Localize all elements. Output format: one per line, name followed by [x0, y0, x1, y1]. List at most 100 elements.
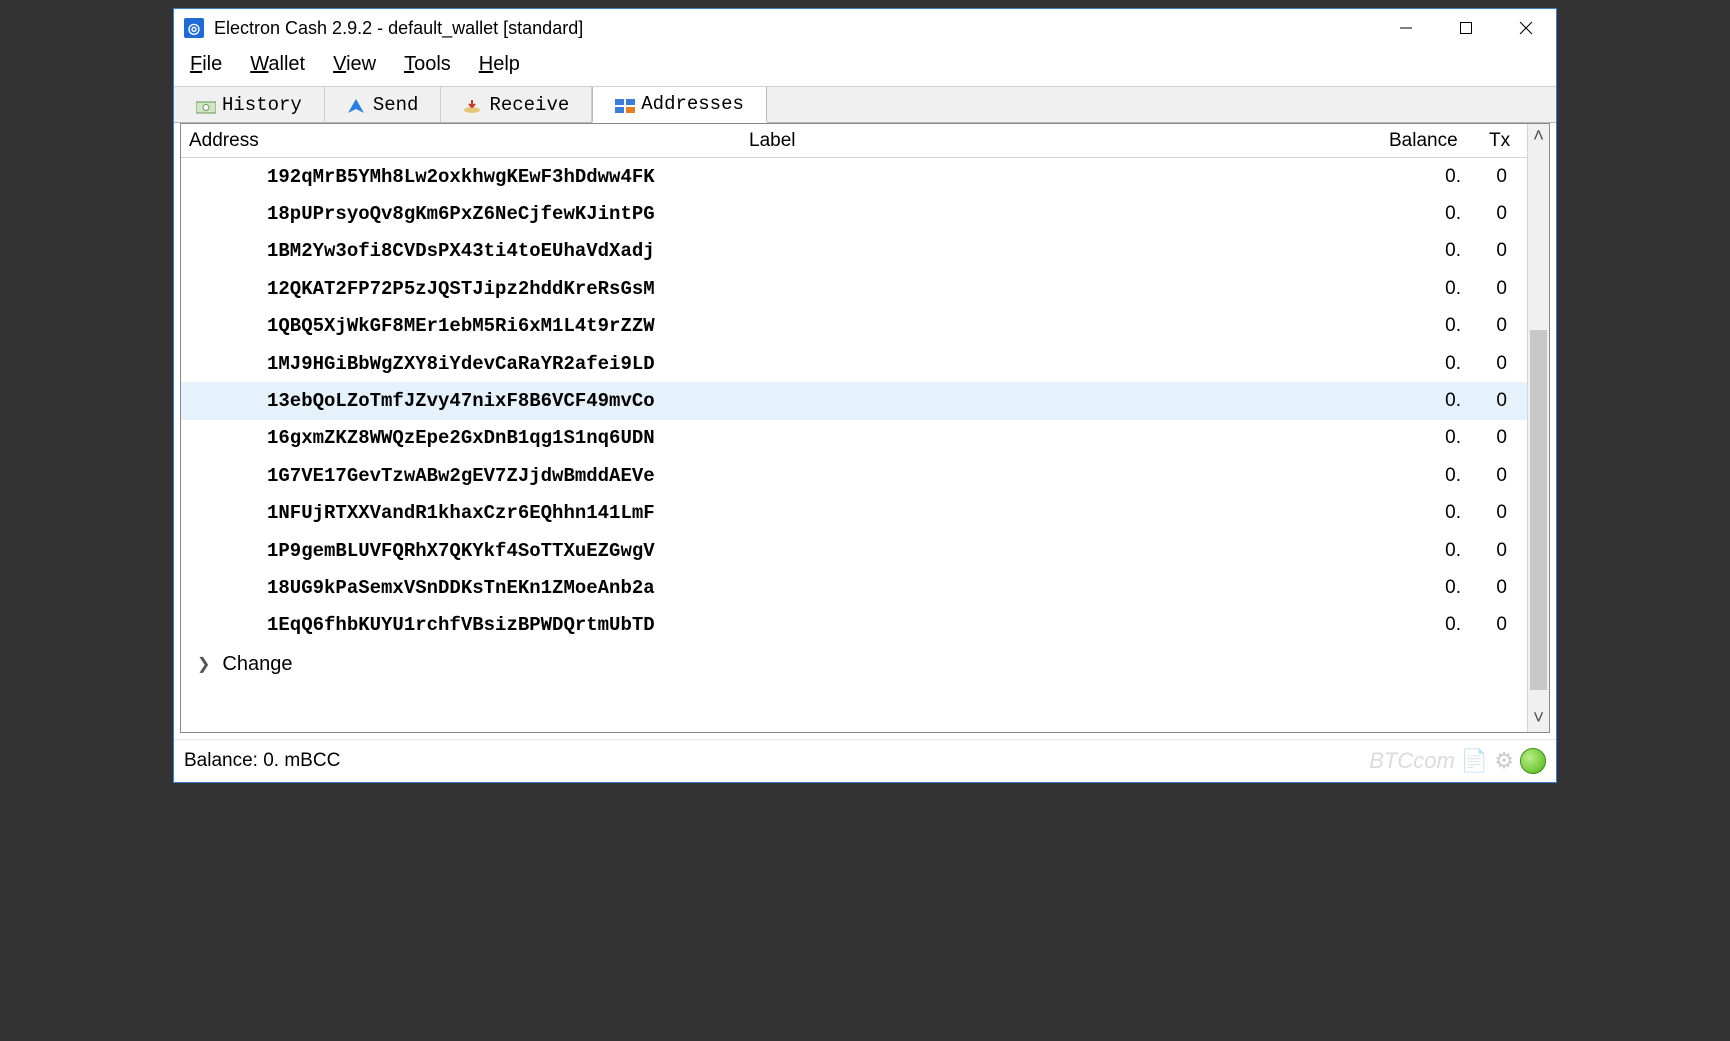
cell-tx: 0: [1481, 353, 1527, 375]
table-row[interactable]: 1G7VE17GevTzwABw2gEV7ZJjdwBmddAEVe 0.0: [181, 457, 1527, 494]
window-controls: [1376, 9, 1556, 47]
grid-rows: 192qMrB5YMh8Lw2oxkhwgKEwF3hDdww4FK0.018p…: [181, 158, 1527, 644]
cell-balance: 0.: [1381, 465, 1481, 487]
menu-bar: File Wallet View Tools Help: [174, 47, 1556, 86]
network-status-icon[interactable]: [1520, 748, 1546, 774]
table-row[interactable]: 192qMrB5YMh8Lw2oxkhwgKEwF3hDdww4FK 0.0: [181, 158, 1527, 195]
menu-file[interactable]: File: [190, 53, 222, 76]
scroll-thumb[interactable]: [1530, 330, 1547, 690]
cell-address: 192qMrB5YMh8Lw2oxkhwgKEwF3hDdww4FK: [181, 166, 741, 188]
tab-send-label: Send: [373, 94, 419, 116]
send-icon: [347, 98, 365, 112]
app-icon: ◎: [184, 18, 204, 38]
watermark-text: BTCcom: [1369, 748, 1455, 774]
receive-icon: [463, 98, 481, 112]
vertical-scrollbar[interactable]: ˄ ˅: [1527, 124, 1549, 732]
cell-tx: 0: [1481, 502, 1527, 524]
status-balance: Balance: 0. mBCC: [184, 750, 340, 772]
history-icon: [196, 98, 214, 112]
col-label[interactable]: Label: [741, 126, 1381, 156]
change-group[interactable]: ❯ Change: [181, 644, 1527, 684]
close-button[interactable]: [1496, 9, 1556, 47]
col-balance[interactable]: Balance: [1381, 126, 1481, 156]
table-row[interactable]: 1BM2Yw3ofi8CVDsPX43ti4toEUhaVdXadj 0.0: [181, 233, 1527, 270]
cell-balance: 0.: [1381, 203, 1481, 225]
cell-balance: 0.: [1381, 427, 1481, 449]
cell-tx: 0: [1481, 166, 1527, 188]
cell-tx: 0: [1481, 278, 1527, 300]
cell-balance: 0.: [1381, 614, 1481, 636]
cell-tx: 0: [1481, 315, 1527, 337]
chevron-right-icon: ❯: [197, 654, 210, 674]
cell-tx: 0: [1481, 240, 1527, 262]
cell-balance: 0.: [1381, 315, 1481, 337]
tab-history[interactable]: History: [174, 87, 325, 122]
cell-address: 1MJ9HGiBbWgZXY8iYdevCaRaYR2afei9LD: [181, 353, 741, 375]
change-label: Change: [222, 653, 292, 676]
cell-balance: 0.: [1381, 166, 1481, 188]
cell-address: 1QBQ5XjWkGF8MEr1ebM5Ri6xM1L4t9rZZW: [181, 315, 741, 337]
cell-tx: 0: [1481, 465, 1527, 487]
col-tx[interactable]: Tx: [1481, 126, 1527, 156]
tab-receive-label: Receive: [489, 94, 569, 116]
scroll-down-icon[interactable]: ˅: [1528, 706, 1549, 732]
addresses-icon: [615, 97, 633, 111]
tab-addresses-label: Addresses: [641, 93, 744, 115]
cell-address: 13ebQoLZoTmfJZvy47nixF8B6VCF49mvCo: [181, 390, 741, 412]
menu-help[interactable]: Help: [479, 53, 520, 76]
seed-icon[interactable]: 📄: [1461, 748, 1488, 774]
table-row[interactable]: 16gxmZKZ8WWQzEpe2GxDnB1qg1S1nq6UDN0.0: [181, 420, 1527, 457]
status-bar: Balance: 0. mBCC BTCcom 📄 ⚙: [174, 739, 1556, 782]
table-row[interactable]: 1MJ9HGiBbWgZXY8iYdevCaRaYR2afei9LD 0.0: [181, 345, 1527, 382]
grid-header: Address Label Balance Tx: [181, 124, 1527, 158]
cell-balance: 0.: [1381, 540, 1481, 562]
table-row[interactable]: 1QBQ5XjWkGF8MEr1ebM5Ri6xM1L4t9rZZW 0.0: [181, 308, 1527, 345]
cell-balance: 0.: [1381, 390, 1481, 412]
tab-history-label: History: [222, 94, 302, 116]
menu-wallet[interactable]: Wallet: [250, 53, 305, 76]
cell-address: 1P9gemBLUVFQRhX7QKYkf4SoTTXuEZGwgV: [181, 540, 741, 562]
table-row[interactable]: 1P9gemBLUVFQRhX7QKYkf4SoTTXuEZGwgV 0.0: [181, 532, 1527, 569]
window-title: Electron Cash 2.9.2 - default_wallet [st…: [214, 18, 583, 39]
status-icons: BTCcom 📄 ⚙: [1369, 748, 1546, 774]
address-grid: Address Label Balance Tx 192qMrB5YMh8Lw2…: [180, 123, 1550, 733]
table-row[interactable]: 18UG9kPaSemxVSnDDKsTnEKn1ZMoeAnb2a 0.0: [181, 569, 1527, 606]
cell-address: 1G7VE17GevTzwABw2gEV7ZJjdwBmddAEVe: [181, 465, 741, 487]
cell-address: 1NFUjRTXXVandR1khaxCzr6EQhhn141LmF: [181, 502, 741, 524]
cell-balance: 0.: [1381, 353, 1481, 375]
cell-tx: 0: [1481, 427, 1527, 449]
table-row[interactable]: 1NFUjRTXXVandR1khaxCzr6EQhhn141LmF 0.0: [181, 495, 1527, 532]
tab-send[interactable]: Send: [325, 87, 442, 122]
content-area: Address Label Balance Tx 192qMrB5YMh8Lw2…: [174, 123, 1556, 739]
cell-address: 18UG9kPaSemxVSnDDKsTnEKn1ZMoeAnb2a: [181, 577, 741, 599]
cell-tx: 0: [1481, 203, 1527, 225]
cell-balance: 0.: [1381, 240, 1481, 262]
tab-receive[interactable]: Receive: [441, 87, 592, 122]
title-bar: ◎ Electron Cash 2.9.2 - default_wallet […: [174, 9, 1556, 47]
cell-balance: 0.: [1381, 502, 1481, 524]
cell-balance: 0.: [1381, 577, 1481, 599]
tab-strip: History Send Receive Addresses: [174, 86, 1556, 123]
cell-tx: 0: [1481, 540, 1527, 562]
cell-tx: 0: [1481, 614, 1527, 636]
cell-tx: 0: [1481, 577, 1527, 599]
table-row[interactable]: 12QKAT2FP72P5zJQSTJipz2hddKreRsGsM 0.0: [181, 270, 1527, 307]
menu-tools[interactable]: Tools: [404, 53, 451, 76]
cell-address: 18pUPrsyoQv8gKm6PxZ6NeCjfewKJintPG: [181, 203, 741, 225]
cell-balance: 0.: [1381, 278, 1481, 300]
cell-tx: 0: [1481, 390, 1527, 412]
table-row[interactable]: 1EqQ6fhbKUYU1rchfVBsizBPWDQrtmUbTD0.0: [181, 607, 1527, 644]
scroll-track[interactable]: [1528, 150, 1549, 706]
minimize-button[interactable]: [1376, 9, 1436, 47]
table-row[interactable]: 18pUPrsyoQv8gKm6PxZ6NeCjfewKJintPG 0.0: [181, 195, 1527, 232]
tab-addresses[interactable]: Addresses: [592, 87, 767, 123]
scroll-up-icon[interactable]: ˄: [1528, 124, 1549, 150]
table-row[interactable]: 13ebQoLZoTmfJZvy47nixF8B6VCF49mvCo 0.0: [181, 382, 1527, 419]
cell-address: 12QKAT2FP72P5zJQSTJipz2hddKreRsGsM: [181, 278, 741, 300]
app-window: ◎ Electron Cash 2.9.2 - default_wallet […: [173, 8, 1557, 783]
col-address[interactable]: Address: [181, 126, 741, 156]
menu-view[interactable]: View: [333, 53, 376, 76]
cell-address: 1BM2Yw3ofi8CVDsPX43ti4toEUhaVdXadj: [181, 240, 741, 262]
maximize-button[interactable]: [1436, 9, 1496, 47]
settings-icon[interactable]: ⚙: [1494, 748, 1514, 774]
